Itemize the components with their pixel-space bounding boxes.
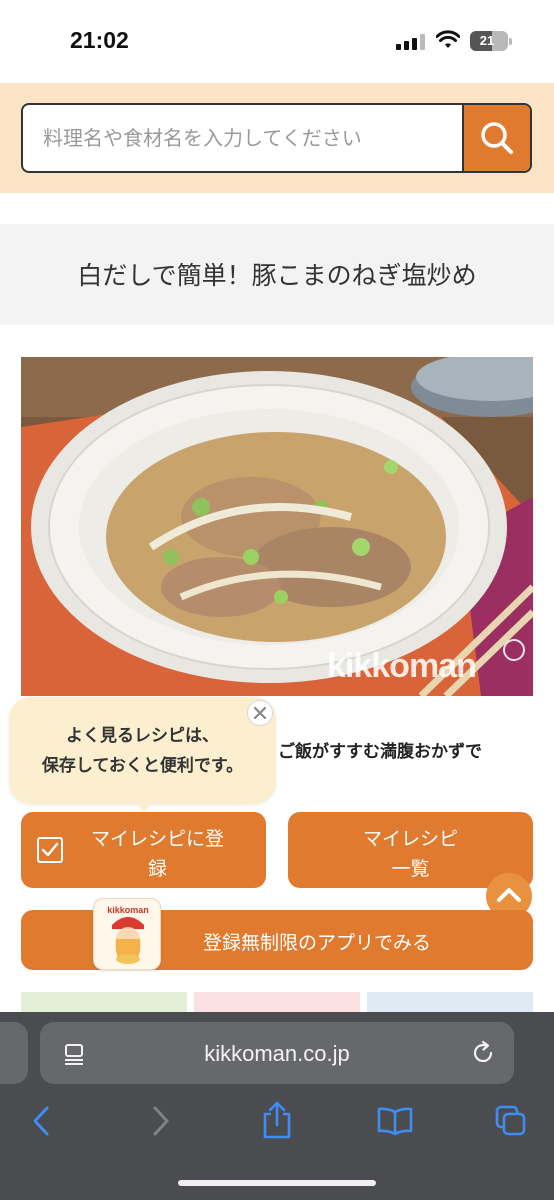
battery-icon: 21 xyxy=(470,31,508,51)
add-to-my-recipe-label-1: マイレシピに登 xyxy=(90,828,224,850)
my-recipe-list-label-1: マイレシピ xyxy=(362,828,458,850)
kikkoman-seal-icon xyxy=(503,639,525,661)
tooltip-line-2: 保存しておくと便利です。 xyxy=(41,756,244,776)
back-icon[interactable] xyxy=(28,1104,54,1138)
close-icon xyxy=(253,706,267,720)
battery-percent: 21 xyxy=(479,33,495,48)
page-title: 白だしで簡単！豚こまのねぎ塩炒め xyxy=(77,261,477,290)
search-button[interactable] xyxy=(462,105,530,171)
battery-cap xyxy=(509,38,512,45)
kikkoman-app-icon: kikkoman xyxy=(93,898,161,970)
save-tip-tooltip: よく見るレシピは、 保存しておくと便利です。 xyxy=(9,697,276,804)
tooltip-tail xyxy=(134,800,154,812)
tooltip-line-1: よく見るレシピは、 xyxy=(66,726,219,746)
tabs-icon[interactable] xyxy=(494,1104,528,1138)
status-time: 21:02 xyxy=(70,27,129,53)
home-indicator xyxy=(178,1180,376,1186)
recipe-photo-illustration xyxy=(21,357,533,696)
title-band: 白だしで簡単！豚こまのねぎ塩炒め xyxy=(0,224,554,325)
recipe-description: ご飯がすすむ満腹おかずで xyxy=(278,742,482,762)
search-icon xyxy=(481,122,513,154)
forward-icon[interactable] xyxy=(148,1104,174,1138)
category-card-3[interactable] xyxy=(367,992,533,1012)
cellular-signal-icon xyxy=(396,34,426,50)
photo-watermark: kikkoman xyxy=(327,647,477,685)
add-to-my-recipe-label-2: 録 xyxy=(147,858,167,880)
wifi-icon xyxy=(436,30,460,48)
search-band xyxy=(0,83,554,193)
reload-icon[interactable] xyxy=(470,1040,496,1066)
search-input[interactable] xyxy=(23,105,463,171)
share-icon[interactable] xyxy=(260,1100,294,1140)
search-box xyxy=(21,103,532,173)
category-card-1[interactable] xyxy=(21,992,187,1012)
add-to-my-recipe-button[interactable]: マイレシピに登 録 xyxy=(21,812,266,888)
bookmarks-icon[interactable] xyxy=(376,1106,414,1136)
open-in-app-label: 登録無制限のアプリでみる xyxy=(202,932,431,954)
recipe-photo: kikkoman xyxy=(21,357,533,696)
tooltip-close-button[interactable] xyxy=(247,700,273,726)
category-card-2[interactable] xyxy=(194,992,360,1012)
